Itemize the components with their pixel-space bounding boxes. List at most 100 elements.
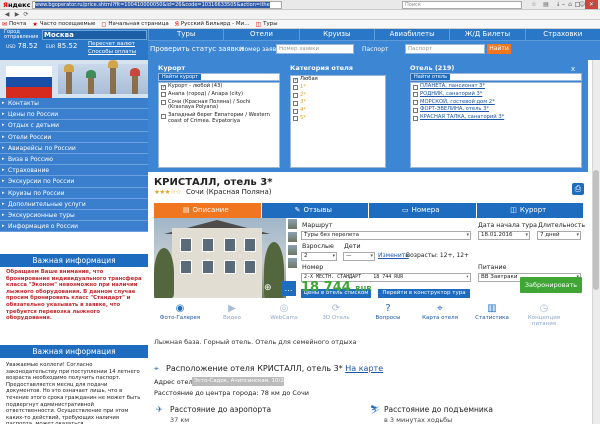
home-icon[interactable]: ⌂ [566,1,574,9]
download-icon[interactable]: ↓ [554,1,562,9]
order-number-input[interactable]: Номер заявки [276,44,354,54]
list-item[interactable]: 1* [291,84,385,92]
checkbox[interactable] [413,115,418,121]
resort-search-input[interactable]: Найти курорт [158,73,280,81]
scrollbar-thumb[interactable] [593,170,599,290]
sidebar-item-insurance[interactable]: Страхование [0,165,148,177]
bookmark-frequent[interactable]: ★ Часто посещаемые [32,21,95,28]
checkbox[interactable] [293,108,298,114]
on-map-link[interactable]: На карте [345,364,383,373]
children-select[interactable]: — [343,252,375,261]
close-filter-icon[interactable]: x [571,65,579,73]
tab-resort[interactable]: ◫ Курорт [476,203,584,218]
hotel-search-input[interactable]: Найти отель [410,73,582,81]
checkbox[interactable] [413,107,418,113]
clipboard-icon[interactable]: ▤ [542,1,550,9]
print-icon[interactable]: ⎙ [572,183,584,195]
media-photo-gallery[interactable]: ◉ Фото-Галерея [154,298,206,326]
menu-hotels[interactable]: Отели [223,29,298,40]
checkbox[interactable] [161,113,166,119]
checkbox[interactable] [161,100,166,106]
hotel-search-button[interactable]: Найти отель [411,74,451,80]
route-select[interactable]: Туры без перелета [301,231,471,240]
bookmark-mail[interactable]: ✉ Почта [2,21,26,28]
duration-select[interactable]: 7 дней [537,231,581,240]
list-item[interactable]: Анапа (город) / Anapa (city) [159,91,279,99]
menu-tours[interactable]: Туры [148,29,223,40]
menu-flights[interactable]: Авиабилеты [373,29,449,40]
checkbox-checked[interactable]: ✓ [161,84,166,90]
bookmark-star-icon[interactable]: ☆ [530,1,538,9]
thumbnail[interactable] [287,231,298,243]
currency-converter-link[interactable]: Пересчет валют [88,41,135,47]
menu-insurance[interactable]: Страховки [524,29,600,40]
list-item[interactable]: ✓ Курорт - любой (43) [159,83,279,91]
list-item[interactable]: Западный берег Евпатории / Western coast… [159,112,279,126]
list-item[interactable]: ПЛАНЕТА, пансионат 3* [411,83,581,91]
change-ages-link[interactable]: Изменить [378,252,409,259]
sidebar-item-prices[interactable]: Цены по России [0,109,148,121]
media-statistics[interactable]: ▥ Статистика [466,298,518,326]
tab-description[interactable]: ▤ Описание [154,203,262,218]
checkbox[interactable] [413,92,418,98]
find-order-button[interactable]: Найти [487,44,511,54]
back-icon[interactable]: ◀ [2,11,12,19]
payment-methods-link[interactable]: Способы оплаты [88,49,136,55]
sidebar-item-excursions[interactable]: Экскурсии по России [0,176,148,188]
menu-rail[interactable]: Ж/Д Билеты [449,29,524,40]
thumbnail[interactable] [287,257,298,269]
resort-search-button[interactable]: Найти курорт [159,74,202,80]
chat-icon[interactable]: ☺ [578,1,586,9]
more-photos-icon[interactable]: … [281,281,296,296]
sidebar-item-hotels[interactable]: Отели России [0,131,148,143]
address-bar[interactable]: www.bgoperator.ru/price.shtml?flt=100410… [32,1,282,9]
sidebar-item-flights[interactable]: Авиарейсы по России [0,142,148,154]
checkbox[interactable] [293,100,298,106]
tab-rooms[interactable]: ▭ Номера [369,203,477,218]
tab-reviews[interactable]: ✎ Отзывы [261,203,369,218]
yandex-logo[interactable]: Яндекс [3,1,30,9]
menu-cruises[interactable]: Круизы [298,29,374,40]
adults-select[interactable]: 2 [301,252,337,261]
checkbox[interactable] [293,93,298,99]
media-map[interactable]: ⌖ Карта отеля [414,298,466,326]
sidebar-item-visa[interactable]: Виза в Россию [0,153,148,166]
thumbnail[interactable] [287,218,298,230]
passport-input[interactable]: Паспорт [405,44,485,54]
media-questions[interactable]: ? Вопросы [362,298,414,326]
start-date-input[interactable]: 18.01.2016 [478,231,530,240]
list-item[interactable]: МОРСКОЙ, гостевой дом 2* [411,99,581,107]
menu-icon[interactable]: ≡ [590,1,598,9]
sidebar-item-excursion-tours[interactable]: Экскурсионные туры [0,209,148,222]
checkbox[interactable] [413,84,418,90]
sidebar-item-extra[interactable]: Дополнительные услуги [0,198,148,210]
sidebar-item-family[interactable]: Отдых с детьми [0,120,148,132]
list-item[interactable]: Сочи (Красная Поляна) / Sochi (Krasnaya … [159,99,279,113]
checkbox[interactable] [413,100,418,106]
sidebar-item-contacts[interactable]: Контакты [0,98,148,110]
checkbox[interactable] [293,116,298,122]
list-item[interactable]: РОДНИК, санаторий 3* [411,91,581,99]
checkbox-checked[interactable]: ✓ [293,77,298,83]
reload-icon[interactable]: ⟳ [21,11,31,19]
list-item[interactable]: 3* [291,99,385,107]
sidebar-item-cruises[interactable]: Круизы по России [0,187,148,199]
bookmark-start-page[interactable]: ◻ Начальная страница [101,21,168,28]
list-item[interactable]: 5* [291,115,385,123]
thumbnail[interactable] [287,244,298,256]
children-label: Дети [344,243,361,250]
list-item[interactable]: КРАСНАЯ ТАЛКА, санаторий 3* [411,114,581,122]
sidebar-item-info[interactable]: Информация о России [0,221,148,233]
list-item[interactable]: 2* [291,92,385,100]
book-button[interactable]: Забронировать [520,277,582,293]
bookmark-tours[interactable]: ◫ Туры [255,21,277,28]
list-item[interactable]: 4* [291,107,385,115]
list-item[interactable]: ✓ Любая [291,76,385,84]
checkbox[interactable] [293,85,298,91]
tour-constructor-button[interactable]: Перейти в конструктор тура [378,289,470,298]
checkbox[interactable] [161,92,166,98]
zoom-icon[interactable]: ⊕ [264,283,272,293]
bookmark-billiard[interactable]: Я Русский Бильярд - Ми... [175,21,250,28]
lift-distance-value: в 3 минутах ходьбы [384,416,453,424]
browser-search-input[interactable]: Поиск [402,1,522,9]
